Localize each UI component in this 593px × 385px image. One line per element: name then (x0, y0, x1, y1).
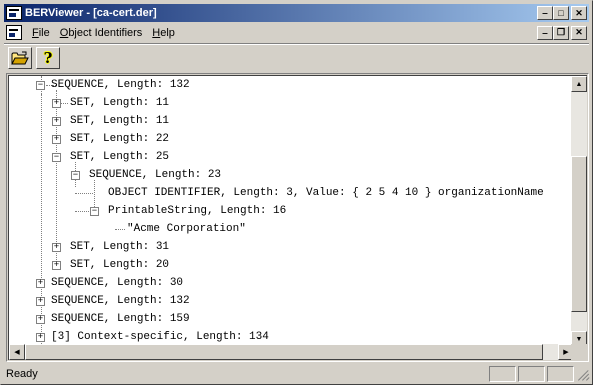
ber-tree-view[interactable]: − SEQUENCE, Length: 132 + SET, Length: 1… (9, 76, 574, 347)
app-window: BERViewer - [ca-cert.der] ‒ □ ✕ File Obj… (0, 0, 593, 385)
restore-icon: ❐ (556, 27, 566, 37)
status-panel (489, 366, 516, 382)
tree-item-label: SET, Length: 31 (70, 241, 170, 253)
tree-item-label: SEQUENCE, Length: 159 (51, 313, 190, 325)
window-title: BERViewer - [ca-cert.der] (25, 7, 157, 19)
app-icon[interactable] (6, 6, 22, 20)
expand-icon[interactable]: + (52, 261, 61, 270)
title-bar[interactable]: BERViewer - [ca-cert.der] ‒ □ ✕ (4, 4, 589, 22)
tree-item-label: SET, Length: 25 (70, 151, 170, 163)
horizontal-scrollbar[interactable]: ◀ ▶ (9, 344, 574, 360)
help-button[interactable]: ? (36, 47, 60, 69)
tree-item[interactable]: − SEQUENCE, Length: 132 (9, 76, 574, 94)
tree-item[interactable]: + SET, Length: 11 (9, 112, 574, 130)
open-folder-icon (11, 51, 29, 65)
scroll-left-button[interactable]: ◀ (9, 344, 25, 360)
tree-item[interactable]: "Acme Corporation" (9, 220, 574, 238)
tree-item[interactable]: + SEQUENCE, Length: 30 (9, 274, 574, 292)
status-panel (547, 366, 574, 382)
document-icon[interactable] (6, 25, 22, 40)
tree-item[interactable]: − SEQUENCE, Length: 23 (9, 166, 574, 184)
expand-icon[interactable]: + (52, 99, 61, 108)
minimize-icon: ‒ (542, 27, 548, 38)
expand-icon[interactable]: + (52, 135, 61, 144)
status-bar: Ready (4, 365, 590, 383)
tree-item-label: SET, Length: 20 (70, 259, 170, 271)
tree-container: − SEQUENCE, Length: 132 + SET, Length: 1… (8, 75, 587, 360)
collapse-icon[interactable]: − (71, 171, 80, 180)
menu-bar: File Object Identifiers Help ‒ ❐ ✕ (4, 23, 589, 42)
toolbar: ? (4, 45, 589, 71)
tree-item[interactable]: + SET, Length: 22 (9, 130, 574, 148)
tree-item[interactable]: − PrintableString, Length: 16 (9, 202, 574, 220)
expand-icon[interactable]: + (36, 333, 45, 342)
menu-file[interactable]: File (28, 27, 56, 39)
tree-item-label: SEQUENCE, Length: 30 (51, 277, 184, 289)
tree-item-label: OBJECT IDENTIFIER, Length: 3, Value: { 2… (108, 187, 544, 199)
arrow-left-icon: ◀ (14, 348, 20, 356)
expand-icon[interactable]: + (36, 279, 45, 288)
collapse-icon[interactable]: − (52, 153, 61, 162)
tree-item-label: SEQUENCE, Length: 132 (51, 79, 190, 91)
minimize-icon: ‒ (542, 7, 548, 18)
close-icon: ✕ (575, 7, 583, 18)
document-close-button[interactable]: ✕ (571, 25, 587, 40)
resize-grip-icon[interactable] (575, 367, 590, 381)
tree-item-label: SET, Length: 11 (70, 97, 170, 109)
scroll-up-button[interactable]: ▲ (571, 76, 587, 92)
menu-file-label: ile (38, 26, 50, 39)
document-minimize-button[interactable]: ‒ (537, 25, 553, 40)
arrow-up-icon: ▲ (575, 80, 583, 88)
horizontal-scroll-thumb[interactable] (25, 344, 543, 360)
tree-item-label: SET, Length: 22 (70, 133, 170, 145)
arrow-down-icon: ▼ (575, 335, 583, 343)
minimize-button[interactable]: ‒ (537, 6, 553, 20)
close-icon: ✕ (575, 27, 583, 37)
scrollbar-corner (571, 344, 587, 360)
collapse-icon[interactable]: − (36, 81, 45, 90)
vertical-scroll-thumb[interactable] (571, 156, 587, 312)
vertical-scrollbar[interactable]: ▲ ▼ (571, 76, 587, 347)
maximize-icon: □ (558, 7, 564, 18)
menu-oid-label: bject Identifiers (68, 26, 143, 39)
tree-item[interactable]: + SET, Length: 11 (9, 94, 574, 112)
status-text: Ready (6, 368, 38, 380)
document-restore-button[interactable]: ❐ (553, 25, 569, 40)
menu-help[interactable]: Help (148, 27, 181, 39)
tree-item-label: PrintableString, Length: 16 (108, 205, 287, 217)
expand-icon[interactable]: + (52, 117, 61, 126)
tree-item-label: "Acme Corporation" (127, 223, 246, 235)
expand-icon[interactable]: + (36, 315, 45, 324)
expand-icon[interactable]: + (36, 297, 45, 306)
tree-item[interactable]: − SET, Length: 25 (9, 148, 574, 166)
tree-item[interactable]: + SEQUENCE, Length: 159 (9, 310, 574, 328)
menu-object-identifiers[interactable]: Object Identifiers (56, 27, 149, 39)
menu-file-accelerator: F (32, 26, 39, 39)
arrow-right-icon: ▶ (563, 348, 569, 356)
tree-item[interactable]: + SET, Length: 31 (9, 238, 574, 256)
tree-item[interactable]: + SET, Length: 20 (9, 256, 574, 274)
maximize-button[interactable]: □ (553, 6, 569, 20)
tree-item-label: SET, Length: 11 (70, 115, 170, 127)
expand-icon[interactable]: + (52, 243, 61, 252)
help-icon: ? (43, 49, 53, 67)
tree-item[interactable]: + SEQUENCE, Length: 132 (9, 292, 574, 310)
tree-item-label: [3] Context-specific, Length: 134 (51, 331, 269, 343)
tree-item[interactable]: OBJECT IDENTIFIER, Length: 3, Value: { 2… (9, 184, 574, 202)
menu-help-label: elp (160, 26, 175, 39)
tree-item-label: SEQUENCE, Length: 132 (51, 295, 190, 307)
open-button[interactable] (8, 47, 32, 69)
status-panel (518, 366, 545, 382)
tree-item-label: SEQUENCE, Length: 23 (89, 169, 222, 181)
tree-frame: − SEQUENCE, Length: 132 + SET, Length: 1… (6, 73, 589, 362)
close-button[interactable]: ✕ (571, 6, 587, 20)
collapse-icon[interactable]: − (90, 207, 99, 216)
